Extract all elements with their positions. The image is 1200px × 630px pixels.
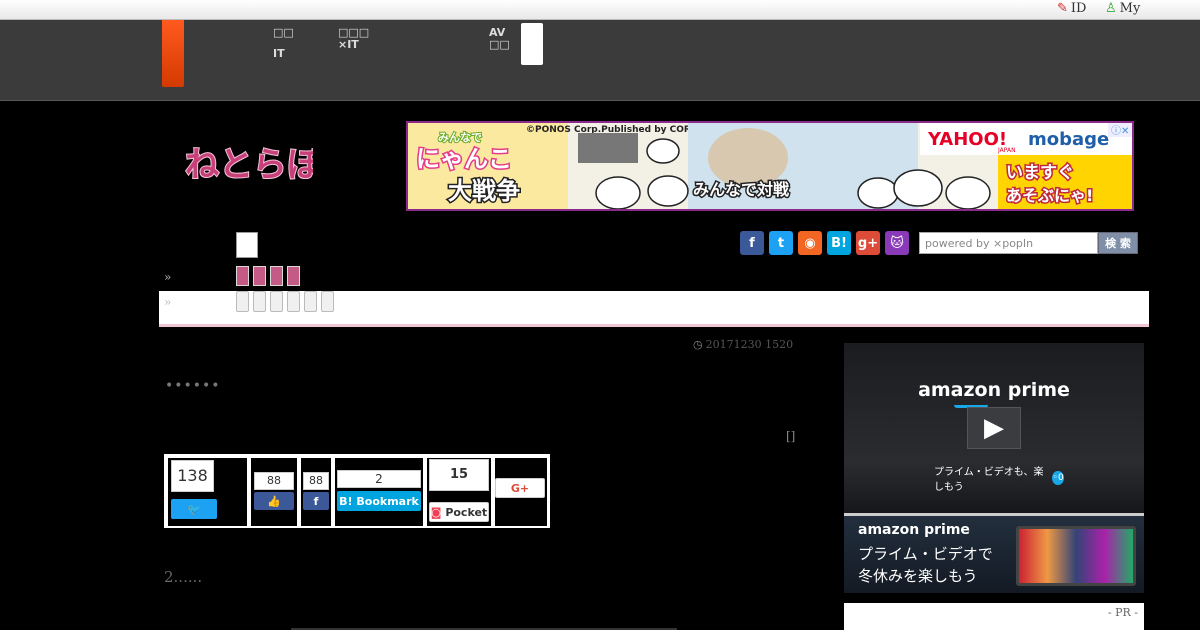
like-share[interactable]: 88 👍 [251, 458, 297, 526]
facebook-icon[interactable]: f [740, 231, 764, 255]
amazon-copy-line2: 冬休みを楽しもう [858, 567, 978, 585]
googleplus-share[interactable]: G+ [495, 458, 547, 526]
subnav-tab-2[interactable] [253, 291, 266, 312]
googleplus-button: G+ [495, 478, 545, 498]
clock-icon: ◷ [693, 338, 703, 351]
tablet-image [1016, 526, 1136, 586]
amazon-tagline-1: プライム・ビデオも、楽しもう ◦0 [934, 467, 1064, 493]
hatena-bookmark-button: B! Bookmark [337, 491, 421, 511]
gnav-search-box[interactable] [521, 23, 543, 65]
rss-icon[interactable]: ◉ [798, 231, 822, 255]
svg-text:みんなで対戦: みんなで対戦 [693, 180, 790, 199]
category-tab-3[interactable] [270, 266, 283, 286]
my-link[interactable]: ♙ My [1105, 1, 1140, 16]
twitter-icon[interactable]: t [769, 231, 793, 255]
global-nav: □□ IT □□□ ×IT AV □□ [0, 20, 1200, 101]
subnav-tab-3[interactable] [270, 291, 283, 312]
pocket-button: ◙ Pocket [429, 502, 489, 522]
category-tab-2[interactable] [253, 266, 266, 286]
article-lead: •••••• [165, 378, 221, 394]
amazon-brand-1: amazon prime [918, 379, 1070, 401]
like-count: 88 [254, 472, 294, 490]
subnav-tab-4[interactable] [287, 291, 300, 312]
play-icon: ▶ [967, 407, 1021, 449]
category-tab-4[interactable] [287, 266, 300, 286]
subnav-tab-1[interactable] [236, 291, 249, 312]
svg-text:YAHOO!: YAHOO! [927, 129, 1007, 150]
article-date: ◷ 20171230 1520 [693, 338, 794, 351]
gnav-item-news[interactable]: □□ IT [273, 27, 294, 60]
cat-mascot-icon[interactable]: 🐱 [885, 231, 909, 255]
twitter-count: 138 [171, 460, 214, 492]
hatena-count: 2 [337, 470, 421, 488]
subnav-tab-5[interactable] [304, 291, 317, 312]
category-box[interactable] [236, 232, 258, 258]
search-input[interactable]: powered by ×popIn [919, 232, 1098, 254]
logo-text: ねとらぼ [185, 145, 313, 185]
itmedia-logo[interactable] [162, 20, 184, 87]
twitter-bird-icon: 🐦 [171, 499, 217, 519]
top-banner-ad[interactable]: みんなで にゃんこ 大戦争 ©PONOS Corp.Published by C… [406, 121, 1134, 211]
svg-text:ⓘ✕: ⓘ✕ [1111, 125, 1129, 137]
svg-text:大戦争: 大戦争 [448, 177, 520, 205]
amazon-copy-line1: プライム・ビデオで [858, 545, 993, 563]
subnav-tab-6[interactable] [321, 291, 334, 312]
amazon-prime-ad-2[interactable]: amazon prime プライム・ビデオで 冬休みを楽しもう [844, 513, 1144, 593]
facebook-count: 88 [303, 472, 329, 490]
pocket-share[interactable]: 15 ◙ Pocket [427, 458, 491, 526]
pocket-icon: ◙ [430, 505, 442, 519]
ad-artwork: みんなで にゃんこ 大戦争 ©PONOS Corp.Published by C… [408, 123, 1132, 209]
article-bracket: [] [786, 429, 796, 443]
svg-text:あそぶにゃ!: あそぶにゃ! [1006, 186, 1093, 205]
search-button[interactable]: 検 索 [1098, 232, 1138, 254]
pr-box: - PR - [844, 603, 1144, 630]
top-utility-bar: ✎ ID ♙ My [0, 0, 1200, 20]
site-logo[interactable]: ねとらぼ [183, 140, 323, 192]
breadcrumb-row1: » [164, 270, 172, 284]
thumbs-up-icon: 👍 [254, 492, 294, 510]
breadcrumb-row2: » [164, 295, 172, 309]
amazon-brand-2: amazon prime [858, 522, 970, 538]
svg-text:JAPAN: JAPAN [997, 147, 1016, 154]
id-link[interactable]: ✎ ID [1057, 1, 1086, 16]
gnav-item-business[interactable]: □□□ ×IT [338, 27, 369, 51]
nlab-logo: ねとらぼ [184, 144, 323, 186]
facebook-share[interactable]: 88 f [301, 458, 331, 526]
article-section-heading: 2...... [164, 568, 203, 586]
svg-text:いますぐ: いますぐ [1006, 163, 1074, 183]
pencil-icon: ✎ [1057, 1, 1068, 16]
pr-label: - PR - [1107, 606, 1138, 619]
pocket-count: 15 [429, 459, 489, 491]
amazon-prime-ad-1[interactable]: amazon prime ▶ プライム・ビデオも、楽しもう ◦0 [844, 343, 1144, 513]
hatena-icon[interactable]: B! [827, 231, 851, 255]
svg-text:にゃんこ: にゃんこ [416, 145, 512, 173]
site-search: powered by ×popIn 検 索 [919, 232, 1138, 254]
gnav-item-av[interactable]: AV □□ [489, 27, 510, 51]
user-icon: ♙ [1105, 1, 1117, 16]
svg-text:みんなで: みんなで [438, 131, 482, 144]
twitter-share[interactable]: 138 🐦 [168, 458, 247, 526]
social-icons: f t ◉ B! g+ 🐱 [740, 231, 909, 255]
hatena-share[interactable]: 2 B! Bookmark [335, 458, 423, 526]
googleplus-icon[interactable]: g+ [856, 231, 880, 255]
facebook-share-icon: f [303, 492, 329, 510]
svg-text:mobage: mobage [1028, 129, 1109, 150]
category-tab-1[interactable] [236, 266, 249, 286]
share-buttons: 138 🐦 88 👍 88 f 2 B! Bookmark 15 ◙ Pocke… [164, 454, 550, 528]
